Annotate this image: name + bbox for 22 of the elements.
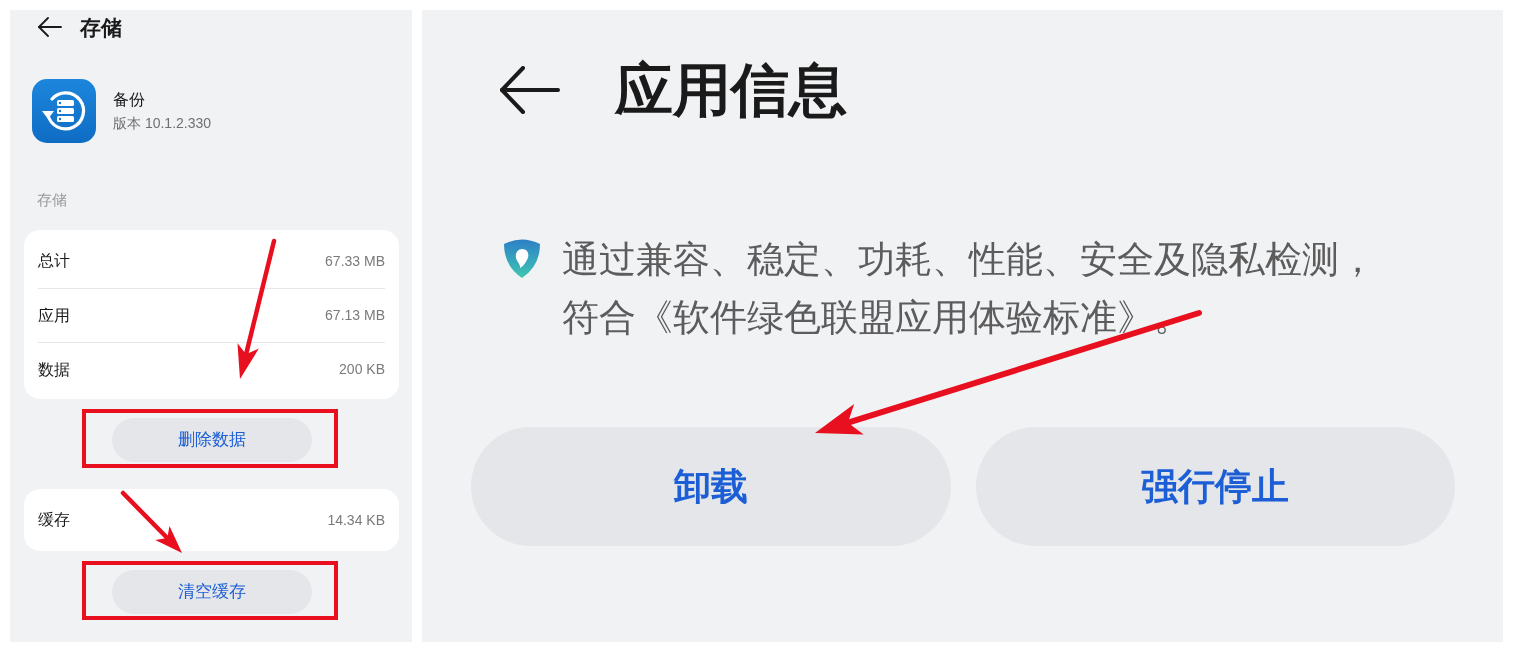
page-title: 应用信息 [615,61,847,119]
storage-value: 14.34 KB [327,510,385,530]
storage-value: 67.33 MB [325,251,385,271]
storage-label: 应用 [38,305,70,326]
action-button[interactable]: 强行停止 [975,427,1455,546]
action-button[interactable]: 卸载 [471,427,951,546]
storage-label: 缓存 [38,510,70,530]
storage-value: 200 KB [339,360,385,379]
page-title: 存储 [80,16,122,38]
app-version: 版本 10.1.2.330 [113,114,212,133]
back-icon[interactable] [500,66,560,114]
section-label: 存储 [37,190,68,210]
storage-label: 总计 [38,251,70,271]
action-button[interactable]: 删除数据 [111,418,312,462]
shield-icon [502,238,542,278]
backup-app-icon [32,79,96,143]
back-icon[interactable] [38,17,62,37]
action-button[interactable]: 清空缓存 [111,570,312,614]
app-name: 备份 [113,90,146,110]
storage-label: 数据 [38,359,70,380]
storage-value: 67.13 MB [325,306,385,325]
annotation-arrow [120,490,182,553]
